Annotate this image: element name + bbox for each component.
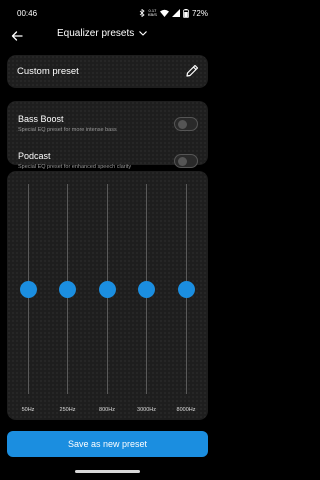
eq-slider-handle[interactable] [19,280,37,298]
equalizer-presets-screen: 00:46 0.17 KB/S 72% Equalizer presets Cu… [0,0,215,480]
network-speed: 0.17 KB/S [147,8,157,17]
eq-slider-handle[interactable] [177,280,195,298]
battery-icon [183,8,189,18]
bass-boost-toggle[interactable] [174,117,198,131]
edit-preset-button[interactable] [184,63,200,79]
eq-band-label: 50Hz [21,407,35,413]
battery-percent: 72% [191,8,208,18]
custom-preset-card[interactable]: Custom preset [7,55,208,88]
app-header: Equalizer presets [0,26,215,46]
eq-band-label: 800Hz [99,407,115,413]
eq-slider-handle[interactable] [59,280,76,298]
signal-icon [171,9,180,17]
bluetooth-icon [139,9,145,17]
back-button[interactable] [8,27,26,45]
eq-band-3000hz: 3000Hz [132,171,162,420]
toggle-knob [178,157,187,166]
eq-band-800hz: 800Hz [92,171,122,420]
status-time: 00:46 [17,8,38,18]
builtin-presets-card: Bass Boost Special EQ preset for more in… [7,101,208,170]
status-icons: 0.17 KB/S 72% [139,8,208,18]
eq-band-50hz: 50Hz [13,171,43,420]
preset-title: Podcast [18,151,51,161]
arrow-left-icon [11,31,23,41]
preset-title: Bass Boost [18,114,64,124]
page-title: Equalizer presets [57,28,135,39]
gesture-navigation-bar[interactable] [75,470,140,473]
equalizer-card: 50Hz 250Hz 800Hz 3000Hz 8000Hz [7,171,208,420]
eq-slider-handle[interactable] [138,280,155,298]
preset-description: Special EQ preset for more intense bass [18,127,117,133]
eq-band-label: 8000Hz [176,407,196,413]
eq-band-8000hz: 8000Hz [171,171,201,420]
custom-preset-label: Custom preset [17,66,79,77]
eq-band-250hz: 250Hz [53,171,83,420]
wifi-icon [159,9,169,17]
chevron-down-icon [139,31,148,36]
toggle-knob [178,120,187,129]
pencil-icon [186,64,199,77]
eq-slider-handle[interactable] [98,280,116,298]
eq-band-label: 3000Hz [137,407,156,413]
podcast-toggle[interactable] [174,154,198,168]
preset-selector-dropdown[interactable]: Equalizer presets [57,28,148,39]
eq-band-label: 250Hz [59,407,76,413]
status-bar: 00:46 0.17 KB/S 72% [0,0,215,26]
save-as-new-preset-button[interactable]: Save as new preset [7,431,208,457]
preset-row-bass-boost[interactable]: Bass Boost Special EQ preset for more in… [18,114,198,140]
preset-description: Special EQ preset for enhanced speech cl… [18,164,132,170]
